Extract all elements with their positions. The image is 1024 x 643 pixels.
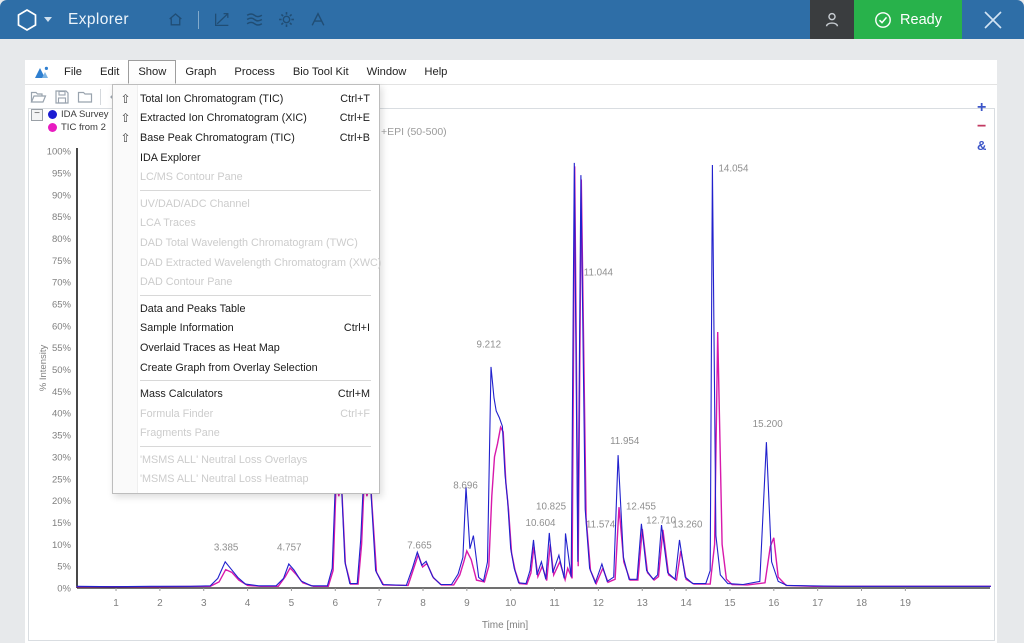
- menu-item-label: DAD Extracted Wavelength Chromatogram (X…: [140, 257, 381, 269]
- menu-item-extracted-ion-chromatogram-xic[interactable]: ⇧ Extracted Ion Chromatogram (XIC)Ctrl+E: [113, 109, 379, 129]
- legend-label: IDA Survey: [61, 109, 109, 120]
- menu-item-fragments-pane: Fragments Pane: [113, 424, 379, 444]
- menubar-item-process[interactable]: Process: [225, 60, 283, 84]
- menu-item-shortcut: Ctrl+B: [340, 132, 379, 144]
- ready-status-button[interactable]: Ready: [854, 0, 962, 39]
- legend-label: TIC from 2: [61, 122, 106, 133]
- menu-item-label: LC/MS Contour Pane: [140, 171, 379, 183]
- menu-item-label: DAD Contour Pane: [140, 276, 379, 288]
- legend-color-dot: [48, 110, 57, 119]
- menu-item-label: Total Ion Chromatogram (TIC): [140, 93, 340, 105]
- menu-item-label: 'MSMS ALL' Neutral Loss Heatmap: [140, 473, 379, 485]
- menu-item-shortcut: Ctrl+E: [340, 112, 379, 124]
- menu-item-lc-ms-contour-pane: LC/MS Contour Pane: [113, 167, 379, 187]
- graph-tool-icon[interactable]: [213, 11, 231, 28]
- menu-item-label: LCA Traces: [140, 217, 379, 229]
- menubar-items: FileEditShowGraphProcessBio Tool KitWind…: [55, 60, 456, 84]
- titlebar: Explorer: [0, 0, 1024, 39]
- menubar: FileEditShowGraphProcessBio Tool KitWind…: [25, 60, 997, 85]
- menu-item-msms-all-neutral-loss-heatmap: 'MSMS ALL' Neutral Loss Heatmap: [113, 470, 379, 490]
- legend-color-dot: [48, 123, 57, 132]
- menu-item-label: Overlaid Traces as Heat Map: [140, 342, 379, 354]
- app-logo-menu[interactable]: [16, 8, 52, 32]
- legend-item-ida-survey[interactable]: − IDA Survey: [31, 108, 111, 121]
- chromatogram-up-arrow-icon: ⇧: [117, 92, 134, 106]
- menubar-logo-icon: [34, 60, 49, 84]
- menubar-item-file[interactable]: File: [55, 60, 91, 84]
- menu-item-label: UV/DAD/ADC Channel: [140, 198, 379, 210]
- layers-icon[interactable]: [245, 11, 264, 28]
- menu-item-uv-dad-adc-channel: UV/DAD/ADC Channel: [113, 194, 379, 214]
- overlay-link-button[interactable]: &: [977, 136, 986, 155]
- menu-separator: [140, 446, 371, 447]
- menubar-item-edit[interactable]: Edit: [91, 60, 128, 84]
- menu-item-label: Fragments Pane: [140, 427, 379, 439]
- menu-item-create-graph-from-overlay-selection[interactable]: Create Graph from Overlay Selection: [113, 358, 379, 378]
- hexagon-logo-icon: [16, 8, 38, 32]
- menu-item-base-peak-chromatogram-tic[interactable]: ⇧ Base Peak Chromatogram (TIC)Ctrl+B: [113, 128, 379, 148]
- menubar-item-help[interactable]: Help: [415, 60, 456, 84]
- chromatogram-up-arrow-icon: ⇧: [117, 111, 134, 125]
- menu-item-lca-traces: LCA Traces: [113, 214, 379, 234]
- menu-item-overlaid-traces-as-heat-map[interactable]: Overlaid Traces as Heat Map: [113, 338, 379, 358]
- menu-item-label: DAD Total Wavelength Chromatogram (TWC): [140, 237, 379, 249]
- chevron-down-icon: [44, 17, 52, 22]
- show-menu: ⇧ Total Ion Chromatogram (TIC)Ctrl+T ⇧ Extr…: [112, 84, 380, 494]
- menu-item-formula-finder: Formula FinderCtrl+F: [113, 404, 379, 424]
- menu-item-label: Create Graph from Overlay Selection: [140, 362, 379, 374]
- check-circle-icon: [874, 11, 892, 29]
- home-icon[interactable]: [167, 11, 184, 28]
- zoom-out-button[interactable]: −: [977, 117, 986, 136]
- menu-item-dad-contour-pane: DAD Contour Pane: [113, 272, 379, 292]
- menu-item-label: Base Peak Chromatogram (TIC): [140, 132, 340, 144]
- menubar-item-bio-tool-kit[interactable]: Bio Tool Kit: [284, 60, 358, 84]
- graph-overlay-controls: + − &: [977, 98, 986, 155]
- user-button[interactable]: [810, 0, 854, 39]
- legend-collapse-button[interactable]: −: [31, 109, 43, 121]
- chromatogram-up-arrow-icon: ⇧: [117, 131, 134, 145]
- chart-legend: − IDA Survey TIC from 2: [31, 108, 111, 134]
- menu-item-shortcut: Ctrl+M: [338, 388, 379, 400]
- menu-item-shortcut: Ctrl+F: [340, 408, 379, 420]
- menu-item-label: Sample Information: [140, 322, 344, 334]
- legend-item-tic-from-2[interactable]: TIC from 2: [31, 121, 111, 134]
- menu-separator: [140, 380, 371, 381]
- menu-item-total-ion-chromatogram-tic[interactable]: ⇧ Total Ion Chromatogram (TIC)Ctrl+T: [113, 89, 379, 109]
- zoom-in-button[interactable]: +: [977, 98, 986, 117]
- menu-item-sample-information[interactable]: Sample InformationCtrl+I: [113, 319, 379, 339]
- menu-item-label: Formula Finder: [140, 408, 340, 420]
- gear-icon[interactable]: [278, 11, 295, 28]
- menu-separator: [140, 190, 371, 191]
- toolbar-separator: [100, 89, 101, 105]
- menu-item-mass-calculators[interactable]: Mass CalculatorsCtrl+M: [113, 384, 379, 404]
- menubar-item-graph[interactable]: Graph: [176, 60, 225, 84]
- menu-item-label: 'MSMS ALL' Neutral Loss Overlays: [140, 454, 379, 466]
- save-icon[interactable]: [54, 89, 70, 105]
- menu-item-dad-total-wavelength-chromatogram-twc: DAD Total Wavelength Chromatogram (TWC): [113, 233, 379, 253]
- analytics-a-icon[interactable]: [309, 11, 327, 28]
- menu-item-shortcut: Ctrl+T: [340, 93, 379, 105]
- menubar-item-window[interactable]: Window: [358, 60, 416, 84]
- close-icon: [981, 8, 1005, 32]
- menu-item-shortcut: Ctrl+I: [344, 322, 379, 334]
- app-window: Explorer: [0, 0, 1024, 643]
- open-file-icon[interactable]: [30, 89, 47, 105]
- menu-item-msms-all-neutral-loss-overlays: 'MSMS ALL' Neutral Loss Overlays: [113, 450, 379, 470]
- menu-item-data-and-peaks-table[interactable]: Data and Peaks Table: [113, 299, 379, 319]
- person-icon: [823, 11, 841, 29]
- menu-item-label: Data and Peaks Table: [140, 303, 379, 315]
- menu-separator: [140, 295, 371, 296]
- close-button[interactable]: [962, 0, 1024, 39]
- menu-item-label: Extracted Ion Chromatogram (XIC): [140, 112, 340, 124]
- ready-label: Ready: [900, 12, 942, 28]
- toolbar-divider: [198, 11, 199, 29]
- folder-icon[interactable]: [77, 89, 93, 105]
- app-title: Explorer: [68, 11, 129, 29]
- menu-item-dad-extracted-wavelength-chromatogram-xwc: DAD Extracted Wavelength Chromatogram (X…: [113, 253, 379, 273]
- menu-item-label: Mass Calculators: [140, 388, 338, 400]
- menubar-item-show[interactable]: Show: [128, 60, 176, 84]
- menu-item-label: IDA Explorer: [140, 152, 379, 164]
- menu-item-ida-explorer[interactable]: IDA Explorer: [113, 148, 379, 168]
